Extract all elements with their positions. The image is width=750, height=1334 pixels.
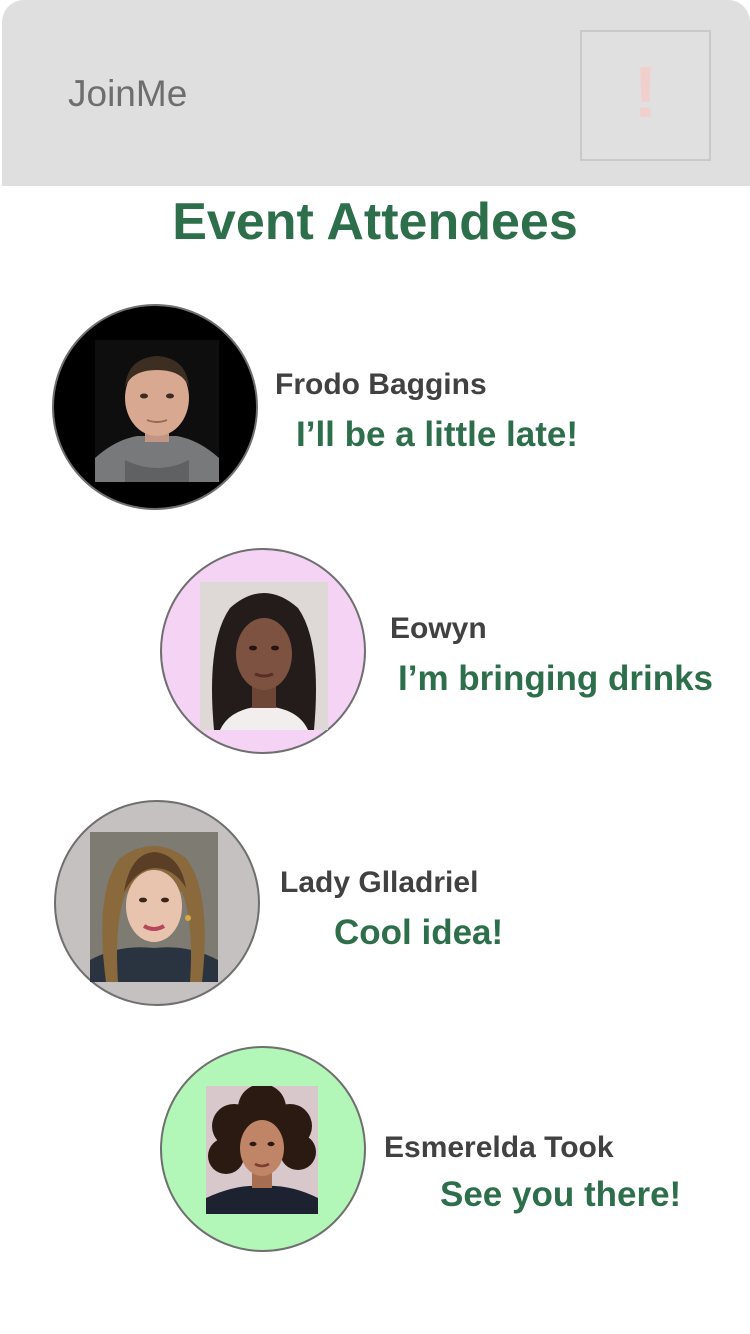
attendee-message: See you there!	[440, 1175, 682, 1214]
attendee-row-esmerelda-took[interactable]: Esmerelda Took See you there!	[0, 1042, 750, 1262]
avatar[interactable]	[54, 800, 260, 1006]
attendee-row-frodo-baggins[interactable]: Frodo Baggins I’ll be a little late!	[0, 300, 750, 520]
app-header: JoinMe !	[2, 0, 750, 186]
profile-photo-icon	[200, 582, 328, 730]
attendee-name: Lady Glladriel	[280, 866, 479, 899]
attendee-name: Esmerelda Took	[384, 1131, 614, 1164]
avatar[interactable]	[160, 1046, 366, 1252]
attendee-message: I’m bringing drinks	[398, 659, 714, 698]
page-title: Event Attendees	[172, 193, 578, 251]
alert-button[interactable]: !	[580, 30, 711, 161]
profile-photo-icon	[95, 340, 219, 482]
attendee-name: Frodo Baggins	[275, 368, 487, 401]
attendee-row-lady-glladriel[interactable]: Lady Glladriel Cool idea!	[0, 796, 750, 1016]
exclamation-icon: !	[633, 52, 658, 133]
avatar[interactable]	[160, 548, 366, 754]
avatar[interactable]	[52, 304, 258, 510]
attendee-message: Cool idea!	[334, 913, 504, 952]
profile-photo-icon	[206, 1086, 318, 1214]
profile-photo-icon	[90, 832, 218, 982]
attendee-name: Eowyn	[390, 612, 487, 645]
attendee-message: I’ll be a little late!	[296, 415, 579, 454]
attendee-row-eowyn[interactable]: Eowyn I’m bringing drinks	[0, 544, 750, 764]
app-title: JoinMe	[68, 73, 188, 114]
